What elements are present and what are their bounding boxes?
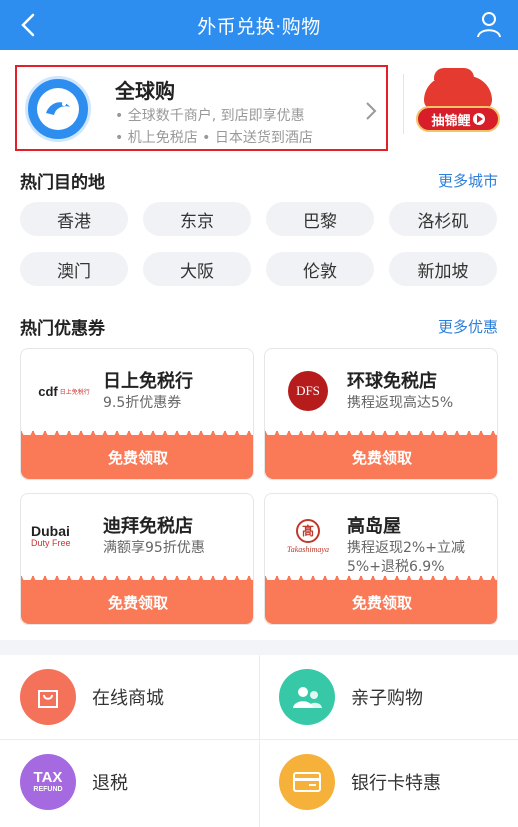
coupon-card[interactable]: 髙 Takashimaya 高岛屋 携程返现2%+立减5%+退税6.9% 免费领… — [264, 493, 498, 625]
service-label: 亲子购物 — [351, 687, 423, 709]
global-shopping-title: 全球购 — [115, 79, 175, 103]
takashimaya-logo: 髙 Takashimaya — [275, 516, 341, 556]
coupon-merchant-name: 环球免税店 — [347, 371, 437, 392]
destination-pill[interactable]: 大阪 — [143, 252, 251, 286]
family-shopping-item[interactable]: 亲子购物 — [259, 655, 518, 738]
bank-card-offers-item[interactable]: 银行卡特惠 — [259, 740, 518, 823]
top-nav-bar: 外币兑换·购物 — [0, 0, 518, 50]
dfs-logo: DFS — [275, 371, 341, 411]
chevron-right-icon — [366, 102, 377, 120]
destination-pill[interactable]: 东京 — [143, 202, 251, 236]
destination-pill[interactable]: 伦敦 — [266, 252, 374, 286]
tax-refund-icon: TAX REFUND — [20, 753, 76, 810]
dubai-duty-free-logo: Dubai Duty Free — [31, 523, 71, 548]
global-shopping-feature-2: • 机上免税店 • 日本送货到酒店 — [115, 130, 313, 146]
coupon-description: 9.5折优惠券 — [103, 395, 182, 411]
bag-icon — [20, 668, 76, 725]
coupon-merchant-name: 日上免税行 — [103, 371, 193, 392]
destination-pill[interactable]: 新加坡 — [389, 252, 497, 286]
claim-coupon-button[interactable]: 免费领取 — [265, 580, 497, 624]
koi-promo-label: 抽锦鲤 — [416, 106, 500, 132]
more-coupons-link[interactable]: 更多优惠 — [438, 316, 498, 337]
tax-refund-item[interactable]: TAX REFUND 退税 — [0, 740, 259, 823]
coupon-card[interactable]: Dubai Duty Free 迪拜免税店 满额享95折优惠 免费领取 — [20, 493, 254, 625]
family-icon — [279, 668, 335, 725]
global-shopping-banner[interactable]: 全球购 • 全球数千商户, 到店即享优惠 • 机上免税店 • 日本送货到酒店 — [15, 65, 388, 151]
destination-pill[interactable]: 香港 — [20, 202, 128, 236]
user-icon[interactable] — [474, 9, 504, 39]
coupon-description: 携程返现2%+立减5%+退税6.9% — [347, 540, 465, 575]
coupon-card[interactable]: cdf 日上免税行 日上免税行 9.5折优惠券 免费领取 — [20, 348, 254, 480]
hot-destinations-title: 热门目的地 — [20, 173, 105, 193]
coupon-card[interactable]: DFS 环球免税店 携程返现高达5% 免费领取 — [264, 348, 498, 480]
claim-coupon-button[interactable]: 免费领取 — [21, 435, 253, 479]
more-cities-link[interactable]: 更多城市 — [438, 170, 498, 191]
cdf-logo: cdf 日上免税行 — [38, 383, 90, 399]
coupon-description: 满额享95折优惠 — [103, 540, 205, 556]
coupon-description: 携程返现高达5% — [347, 395, 454, 411]
destination-pill[interactable]: 澳门 — [20, 252, 128, 286]
claim-coupon-button[interactable]: 免费领取 — [265, 435, 497, 479]
main-card: 全球购 • 全球数千商户, 到店即享优惠 • 机上免税店 • 日本送货到酒店 抽… — [0, 50, 518, 640]
hot-coupons-title: 热门优惠券 — [20, 319, 105, 339]
global-shopping-feature-1: • 全球数千商户, 到店即享优惠 — [115, 108, 305, 124]
bank-card-icon — [279, 753, 335, 810]
service-label: 银行卡特惠 — [351, 772, 441, 794]
play-icon — [472, 113, 485, 125]
destination-pill[interactable]: 巴黎 — [266, 202, 374, 236]
services-grid: 在线商城 亲子购物 TAX REFUND 退税 银行卡特惠 — [0, 655, 518, 827]
service-label: 退税 — [92, 772, 128, 794]
page-title: 外币兑换·购物 — [197, 15, 321, 38]
koi-fish-icon — [424, 68, 492, 110]
global-shopping-logo-icon — [25, 76, 91, 142]
koi-promo-button[interactable]: 抽锦鲤 — [416, 68, 500, 142]
coupon-merchant-name: 迪拜免税店 — [103, 516, 193, 537]
banner-divider — [403, 74, 404, 134]
destination-pill[interactable]: 洛杉矶 — [389, 202, 497, 236]
claim-coupon-button[interactable]: 免费领取 — [21, 580, 253, 624]
online-mall-item[interactable]: 在线商城 — [0, 655, 259, 738]
coupon-merchant-name: 高岛屋 — [347, 516, 401, 537]
service-label: 在线商城 — [92, 687, 164, 709]
back-arrow-icon[interactable] — [14, 10, 44, 40]
